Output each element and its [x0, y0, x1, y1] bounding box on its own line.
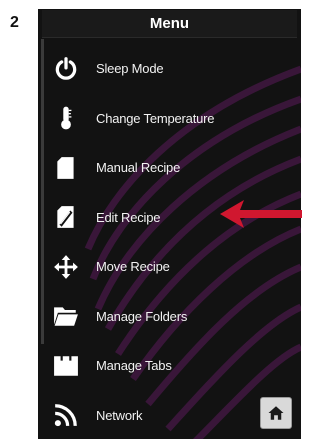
arrow-left-icon	[220, 200, 302, 228]
scroll-track[interactable]	[41, 39, 44, 344]
menu-item-sleep-mode[interactable]: Sleep Mode	[50, 44, 290, 94]
home-button[interactable]	[260, 397, 292, 429]
menu-item-label: Change Temperature	[96, 110, 215, 126]
menu-list: Sleep Mode Change Temperature Manual Rec…	[50, 44, 290, 439]
step-number: 2	[10, 14, 19, 31]
wifi-icon	[50, 399, 82, 431]
menu-title: Menu	[42, 10, 297, 38]
menu-item-move-recipe[interactable]: Move Recipe	[50, 242, 290, 292]
menu-item-manual-recipe[interactable]: Manual Recipe	[50, 143, 290, 193]
edit-document-icon	[50, 201, 82, 233]
document-icon	[50, 152, 82, 184]
move-arrows-icon	[50, 251, 82, 283]
menu-item-label: Move Recipe	[96, 259, 170, 275]
home-icon	[268, 406, 284, 420]
menu-item-manage-folders[interactable]: Manage Folders	[50, 292, 290, 342]
page: 2 Menu Sleep Mode Change Temperature Man…	[0, 0, 305, 441]
menu-item-label: Manage Tabs	[96, 358, 172, 374]
menu-item-label: Manage Folders	[96, 308, 188, 324]
menu-item-manage-tabs[interactable]: Manage Tabs	[50, 341, 290, 391]
thermometer-icon	[50, 102, 82, 134]
power-icon	[50, 53, 82, 85]
folder-icon	[50, 300, 82, 332]
tabs-icon	[50, 350, 82, 382]
menu-item-label: Sleep Mode	[96, 61, 164, 77]
menu-item-change-temperature[interactable]: Change Temperature	[50, 94, 290, 144]
menu-item-label: Manual Recipe	[96, 160, 181, 176]
menu-item-label: Edit Recipe	[96, 209, 161, 225]
menu-item-network[interactable]: Network	[50, 391, 290, 440]
menu-item-label: Network	[96, 407, 143, 423]
